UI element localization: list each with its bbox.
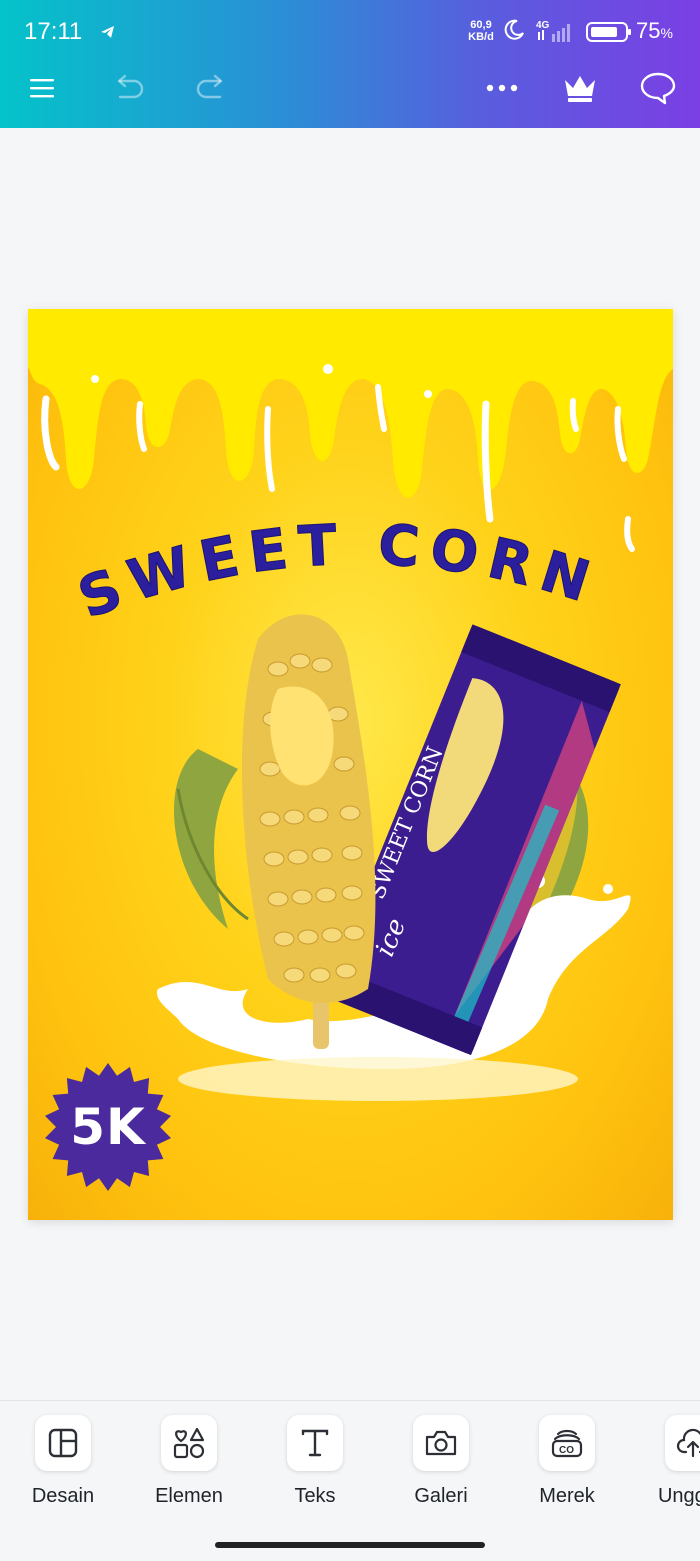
status-time: 17:11 (24, 18, 83, 45)
brand-icon: CO (551, 1429, 583, 1458)
undo-button[interactable] (106, 66, 150, 110)
more-icon (486, 84, 518, 92)
tool-teks[interactable]: Teks (260, 1415, 370, 1508)
svg-text:CO: CO (559, 1445, 574, 1456)
undo-icon (117, 74, 144, 99)
battery-percent-unit: % (660, 25, 673, 41)
tool-label: Merek (539, 1485, 595, 1507)
tool-label: Teks (294, 1485, 336, 1507)
net-speed-value: 60,9 (470, 19, 492, 31)
tool-label: Desain (31, 1485, 95, 1507)
product-illustration[interactable]: SWEET CORN ice (138, 599, 638, 1119)
tool-unggah[interactable]: Unggah (638, 1415, 700, 1508)
network-type: 4G (536, 20, 550, 31)
tool-elemen[interactable]: Elemen (134, 1415, 244, 1508)
crown-icon (565, 76, 595, 102)
premium-button[interactable] (558, 66, 602, 110)
editor-toolbar (0, 60, 700, 120)
battery-percent-value: 75 (636, 18, 661, 43)
signal-icon: 4G (536, 20, 570, 42)
canvas-area[interactable]: SWEET CORN SWEET CORN ice 5K (0, 128, 700, 1400)
net-speed: 60,9 KB/d (466, 19, 496, 43)
menu-button[interactable] (20, 66, 64, 110)
moon-icon (504, 19, 524, 40)
tool-merek[interactable]: CO Merek (512, 1415, 622, 1508)
bottom-toolbar: Desain Elemen Teks Galeri CO Merek Ung (0, 1400, 700, 1561)
tool-label: Unggah (657, 1485, 700, 1507)
layout-icon (48, 1428, 78, 1458)
redo-button[interactable] (190, 66, 234, 110)
tool-label: Elemen (155, 1485, 223, 1507)
tool-label: Galeri (414, 1485, 468, 1507)
status-bar: 17:11 60,9 KB/d 4G 75% (0, 0, 700, 64)
shapes-icon (173, 1427, 205, 1459)
tool-desain-box[interactable] (35, 1415, 91, 1471)
tool-elemen-box[interactable] (161, 1415, 217, 1471)
design-page[interactable]: SWEET CORN SWEET CORN ice 5K (28, 309, 673, 1220)
telegram-icon (101, 26, 114, 38)
tool-unggah-box[interactable] (665, 1415, 700, 1471)
camera-icon (425, 1430, 457, 1456)
tool-galeri[interactable]: Galeri (386, 1415, 496, 1508)
tool-teks-box[interactable] (287, 1415, 343, 1471)
tool-desain[interactable]: Desain (8, 1415, 118, 1508)
comment-button[interactable] (636, 66, 680, 110)
tool-merek-box[interactable]: CO (539, 1415, 595, 1471)
comment-icon (640, 72, 676, 105)
text-icon (301, 1429, 329, 1457)
canva-editor-screen: 17:11 60,9 KB/d 4G 75% SWEET CORN SWEET … (0, 0, 700, 1561)
home-indicator[interactable] (215, 1542, 485, 1548)
upload-icon (676, 1428, 700, 1458)
net-speed-unit: KB/d (468, 31, 494, 43)
top-bar: 17:11 60,9 KB/d 4G 75% (0, 0, 700, 128)
battery-percent: 75% (636, 18, 673, 44)
redo-icon (196, 74, 223, 99)
battery-icon (586, 22, 631, 42)
tool-galeri-box[interactable] (413, 1415, 469, 1471)
price-badge-text[interactable]: 5K (42, 1061, 174, 1193)
more-button[interactable] (480, 66, 524, 110)
menu-icon (30, 79, 54, 98)
